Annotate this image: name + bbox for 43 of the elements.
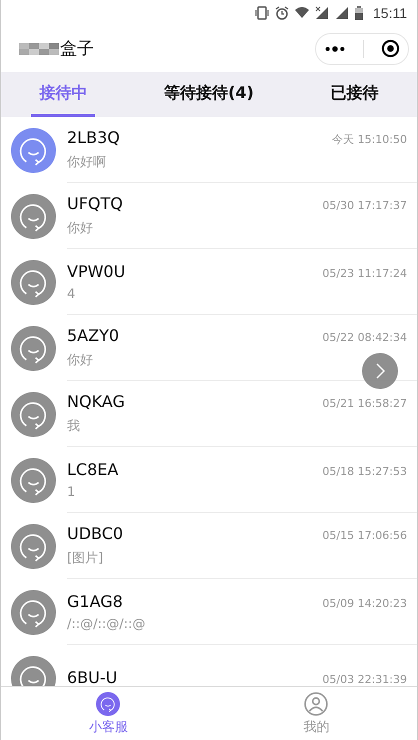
message-time: 05/22 08:42:34 xyxy=(322,331,407,344)
message-preview: 你好 xyxy=(67,352,94,369)
customer-name[interactable]: VPW0U xyxy=(67,262,126,280)
battery-icon xyxy=(355,6,363,20)
message-preview: /::@/::@/::@ xyxy=(67,616,146,632)
message-time: 05/23 11:17:24 xyxy=(322,266,407,280)
customer-name[interactable]: 2LB3Q xyxy=(67,128,120,147)
signal-icon xyxy=(315,6,329,20)
customer-name[interactable]: LC8EA xyxy=(67,460,118,478)
customer-name[interactable]: NQKAG xyxy=(67,392,125,411)
message-preview: 你好 xyxy=(67,220,94,237)
clock: 15:11 xyxy=(373,4,407,20)
wifi-icon xyxy=(295,6,309,20)
alarm-icon xyxy=(275,6,289,20)
chat-icon[interactable] xyxy=(96,692,120,716)
message-time: 05/18 15:27:53 xyxy=(322,464,407,478)
user-icon[interactable] xyxy=(304,692,328,716)
bottom-tab[interactable]: 小客服 xyxy=(88,718,128,736)
message-time: 05/09 14:20:23 xyxy=(322,596,407,610)
message-preview: 4 xyxy=(67,286,76,302)
tab[interactable]: 已接待 xyxy=(322,72,387,117)
vibrate-icon xyxy=(255,6,269,20)
page-title: 盒子 xyxy=(60,38,94,60)
message-time: 05/30 17:17:37 xyxy=(322,199,407,212)
tab[interactable]: 接待中 xyxy=(31,72,96,117)
message-preview: 1 xyxy=(67,484,76,500)
message-time: 05/15 17:06:56 xyxy=(322,529,407,542)
customer-name[interactable]: 5AZY0 xyxy=(67,326,120,345)
customer-name[interactable]: 6BU-U xyxy=(67,668,118,686)
customer-name[interactable]: UDBC0 xyxy=(67,524,124,543)
message-time: 05/03 22:31:39 xyxy=(322,673,407,686)
message-preview: 你好啊 xyxy=(67,154,107,171)
signal-icon xyxy=(335,6,349,20)
message-preview: [图片] xyxy=(67,550,104,567)
pixelated-text xyxy=(19,42,59,54)
message-preview: 我 xyxy=(67,418,81,435)
message-time: 05/21 16:58:27 xyxy=(322,397,407,410)
message-time: 今天 15:10:50 xyxy=(332,132,407,147)
next-button[interactable] xyxy=(362,353,398,389)
customer-name[interactable]: G1AG8 xyxy=(67,592,123,610)
customer-name[interactable]: UFQTQ xyxy=(67,194,123,213)
tab[interactable]: 等待接待(4) xyxy=(156,72,262,117)
more-icon[interactable] xyxy=(324,44,346,52)
